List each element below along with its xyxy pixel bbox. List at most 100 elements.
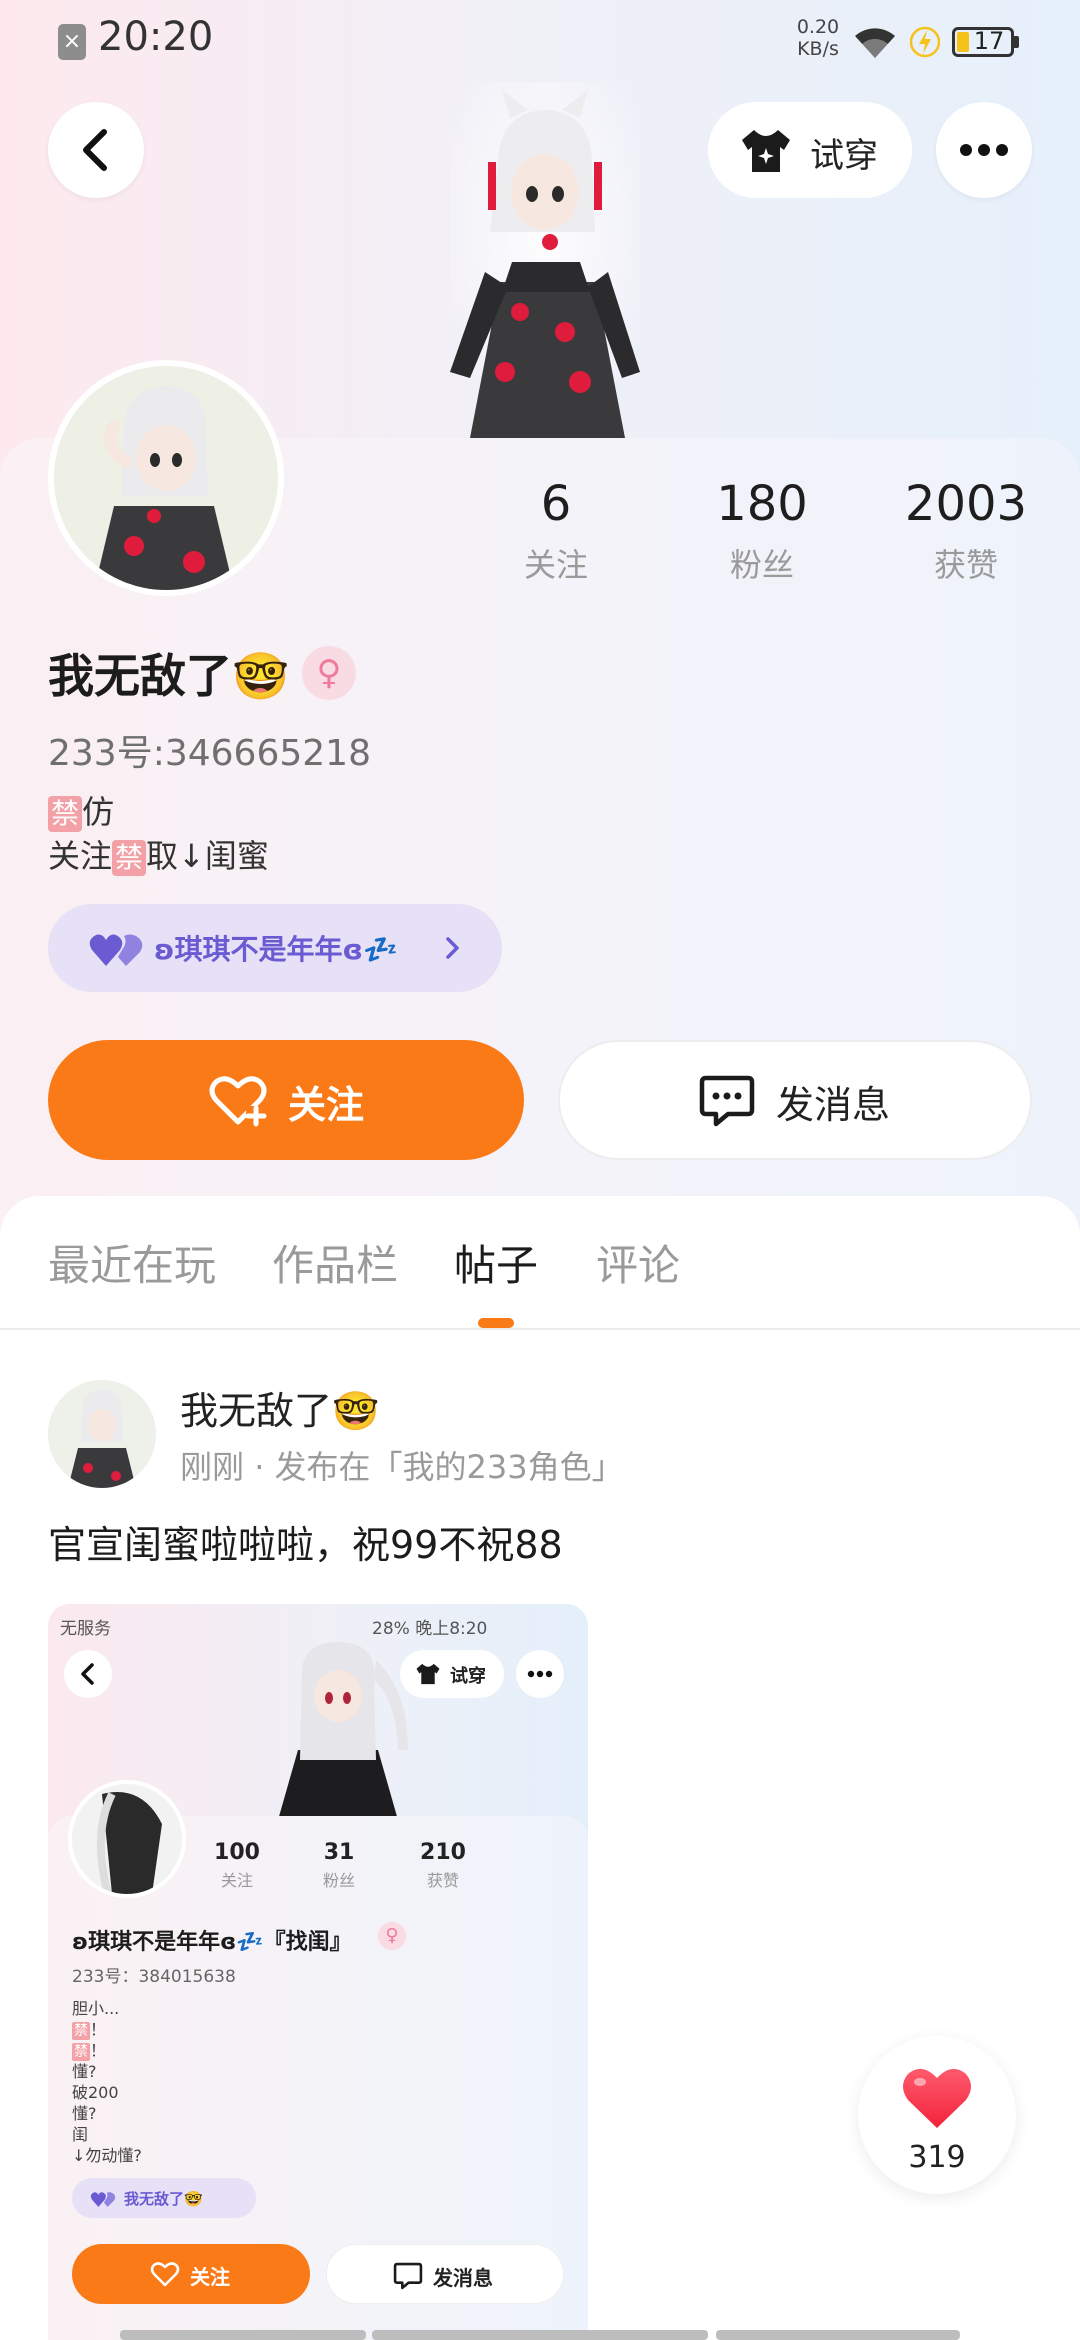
image-status-left: 无服务	[60, 1619, 111, 1639]
image-stat-likes-label: 获赞	[426, 1871, 459, 1890]
image-follow-label: 关注	[190, 2265, 230, 2289]
chat-bubble-icon	[393, 2262, 423, 2290]
gender-female-icon: ♀	[378, 1922, 406, 1950]
image-stat-following-label: 关注	[220, 1871, 253, 1890]
stat-following[interactable]: 6 关注	[466, 476, 646, 586]
tshirt-icon	[742, 130, 790, 172]
bio-line-2: 关注 禁取↓闺蜜	[48, 834, 269, 878]
image-username: ʚ琪琪不是年年ɞ💤『找闺』	[72, 1930, 352, 1955]
chevron-left-icon	[83, 129, 107, 171]
post-author-name[interactable]: 我无敌了🤓	[180, 1380, 379, 1435]
send-message-button[interactable]: 发消息	[558, 1040, 1032, 1160]
bio-text: 仿	[82, 793, 115, 831]
linked-hearts-icon	[89, 934, 143, 966]
status-bar: × 20:20 0.20 KB/s 17	[0, 0, 1080, 80]
follow-label: 关注	[288, 1083, 365, 1127]
image-follow-button: 关注	[72, 2244, 310, 2304]
image-bestie-badge: 我无敌了🤓	[72, 2178, 256, 2218]
image-thumbnail[interactable]	[716, 2330, 960, 2340]
image-avatar	[68, 1780, 186, 1898]
profile-avatar[interactable]	[48, 360, 284, 596]
more-dots-icon	[960, 144, 1008, 156]
image-bio-text: ！	[90, 2020, 107, 2039]
tab-comments[interactable]: 评论	[596, 1232, 680, 1293]
tab-recent-games[interactable]: 最近在玩	[48, 1232, 216, 1293]
stat-likes-value: 2003	[904, 476, 1028, 532]
image-bio-line: 破200	[72, 2083, 119, 2102]
image-thumbnail[interactable]	[372, 2330, 708, 2340]
stat-likes[interactable]: 2003 获赞	[876, 476, 1056, 586]
chat-bubble-icon	[699, 1075, 755, 1127]
post-published-in[interactable]: 发布在「我的233角色」	[275, 1448, 624, 1486]
tshirt-icon	[416, 1663, 440, 1685]
ban-emoji: 禁	[72, 2043, 90, 2061]
avatar-image	[48, 1380, 156, 1488]
battery-cap	[1014, 36, 1019, 48]
avatar-image	[54, 366, 278, 590]
bestie-badge[interactable]: ʚ琪琪不是年年ɞ💤	[48, 904, 502, 992]
stat-following-label: 关注	[523, 546, 588, 584]
character-hero-image	[450, 82, 640, 438]
image-thumbnail[interactable]	[120, 2330, 366, 2340]
tab-divider	[0, 1328, 1080, 1330]
image-bio: 胆小... 禁！ 禁！ 懂? 破200 懂? 闺 ↓勿动懂?	[72, 1998, 142, 2166]
ban-emoji: 禁	[48, 796, 83, 832]
image-stat-following: 100 关注	[192, 1840, 282, 1891]
stat-following-value: 6	[540, 476, 572, 532]
ban-emoji: 禁	[112, 840, 147, 876]
image-character-hero	[278, 1642, 408, 1820]
image-bio-text: ！	[90, 2041, 107, 2060]
stat-likes-label: 获赞	[933, 546, 998, 584]
post-meta: 刚刚 · 发布在「我的233角色」	[180, 1442, 624, 1488]
image-bio-line: 懂?	[72, 2062, 97, 2081]
tab-posts[interactable]: 帖子	[454, 1232, 538, 1293]
tab-works[interactable]: 作品栏	[272, 1232, 398, 1293]
post-text: 官宣闺蜜啦啦啦，祝99不祝88	[48, 1523, 563, 1567]
profile-bio: 禁仿 关注 禁取↓闺蜜	[48, 790, 269, 878]
image-more-button	[516, 1650, 564, 1698]
image-bio-line: 懂?	[72, 2104, 97, 2123]
profile-id[interactable]: 233号:346665218	[48, 724, 371, 776]
image-bestie-name: 我无敌了🤓	[124, 2190, 203, 2208]
stat-followers[interactable]: 180 粉丝	[672, 476, 852, 586]
image-bio-line: ↓勿动懂?	[72, 2146, 142, 2165]
image-stat-followers-label: 粉丝	[322, 1871, 355, 1890]
image-message-button: 发消息	[326, 2244, 564, 2304]
image-bio-line: 禁！	[72, 2019, 142, 2040]
wifi-icon	[855, 28, 895, 58]
image-stat-likes-value: 210	[420, 1840, 466, 1865]
image-bio-line: 闺	[72, 2125, 89, 2144]
image-stat-following-value: 100	[214, 1840, 260, 1865]
like-count: 319	[908, 2140, 966, 2175]
stat-followers-value: 180	[716, 476, 808, 532]
image-try-on-button: 试穿	[400, 1650, 504, 1698]
chevron-left-icon	[81, 1663, 94, 1685]
post-time: 刚刚	[180, 1448, 245, 1486]
back-button[interactable]	[48, 102, 144, 198]
avatar-image	[72, 1784, 182, 1894]
active-tab-indicator	[478, 1318, 514, 1328]
heart-plus-icon	[150, 2262, 180, 2287]
more-options-button[interactable]	[936, 102, 1032, 198]
post-image[interactable]: 无服务 28% 晚上8:20 试穿 100 关注 31 粉丝 210 获赞 ʚ琪…	[48, 1604, 588, 2340]
follow-button[interactable]: 关注	[48, 1040, 524, 1160]
try-on-label: 试穿	[810, 136, 878, 176]
net-speed-value: 0.20	[796, 16, 840, 38]
image-status-right: 28% 晚上8:20	[372, 1619, 488, 1639]
image-message-label: 发消息	[433, 2266, 493, 2290]
heart-icon	[903, 2068, 971, 2128]
post-author-avatar[interactable]	[48, 1380, 156, 1488]
image-try-on-label: 试穿	[450, 1666, 486, 1687]
battery-level: 17	[973, 27, 1005, 55]
image-stat-followers-value: 31	[323, 1840, 355, 1865]
linked-hearts-icon	[90, 2192, 116, 2207]
send-message-label: 发消息	[776, 1083, 891, 1127]
more-dots-icon	[527, 1670, 553, 1678]
try-on-button[interactable]: 试穿	[708, 102, 912, 198]
bio-text: 关注	[48, 837, 113, 875]
heart-plus-icon	[209, 1076, 267, 1127]
like-button[interactable]: 319	[858, 2036, 1016, 2194]
ban-emoji: 禁	[72, 2022, 90, 2040]
profile-username: 我无敌了🤓	[48, 649, 290, 703]
bestie-name: ʚ琪琪不是年年ɞ💤	[154, 933, 398, 966]
